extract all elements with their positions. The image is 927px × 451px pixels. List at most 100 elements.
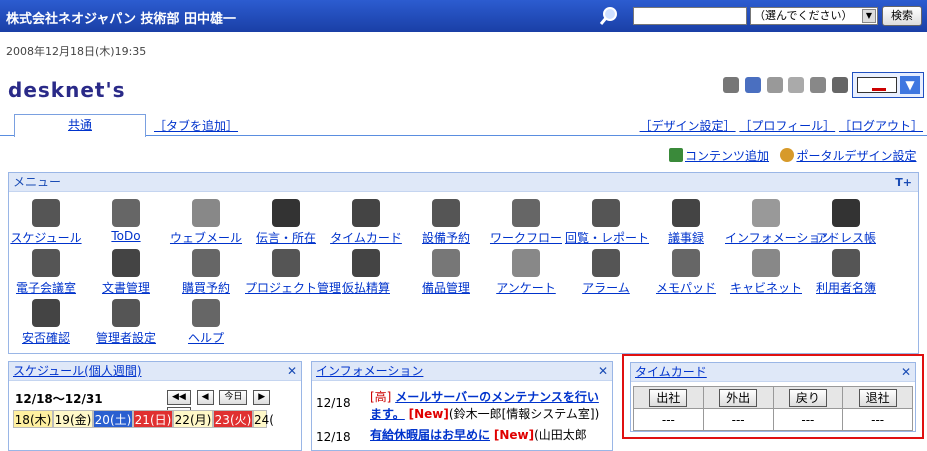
clock-in-button[interactable]: 出社: [649, 388, 688, 407]
next-day-button[interactable]: ▶: [253, 390, 271, 405]
menu-item[interactable]: キャビネット: [725, 249, 807, 296]
design-settings-link[interactable]: ［デザイン設定］: [640, 119, 736, 133]
menu-item[interactable]: 購買予約: [165, 249, 247, 296]
menu-item[interactable]: ヘルプ: [165, 299, 247, 346]
menu-item[interactable]: 議事録: [645, 199, 727, 246]
menu-item-icon: [32, 199, 60, 227]
info-panel-title[interactable]: インフォメーション: [316, 364, 423, 378]
menu-item-icon: [112, 199, 140, 227]
close-icon[interactable]: ✕: [287, 364, 297, 378]
menu-item[interactable]: 備品管理: [405, 249, 487, 296]
menu-item[interactable]: 文書管理: [85, 249, 167, 296]
close-icon[interactable]: ✕: [901, 365, 911, 379]
menu-item[interactable]: タイムカード: [325, 199, 407, 246]
menu-item[interactable]: 管理者設定: [85, 299, 167, 346]
menu-item-icon: [192, 299, 220, 327]
today-button[interactable]: 今日: [219, 390, 248, 405]
prev-day-button[interactable]: ◀: [196, 390, 214, 405]
day-cell[interactable]: 20(土): [93, 410, 133, 428]
menu-item[interactable]: 伝言・所在: [245, 199, 327, 246]
tab-common-label[interactable]: 共通: [68, 118, 92, 132]
menu-item[interactable]: アラーム: [565, 249, 647, 296]
menu-item[interactable]: ToDo: [85, 199, 167, 243]
schedule-panel: スケジュール(個人週間) ✕ 12/18～12/31 ◀◀ ◀ 今日 ▶ ▶▶ …: [8, 361, 302, 451]
window-switch-button[interactable]: ▼: [852, 72, 924, 98]
schedule-panel-title[interactable]: スケジュール(個人週間): [13, 364, 142, 378]
menu-item[interactable]: ウェブメール: [165, 199, 247, 246]
clock-out-button[interactable]: 退社: [858, 388, 897, 407]
font-size-icon[interactable]: T+: [895, 176, 912, 189]
menu-item[interactable]: 仮払精算: [325, 249, 407, 296]
schedule-range: 12/18～12/31: [15, 392, 103, 406]
menu-item[interactable]: ワークフロー: [485, 199, 567, 246]
menu-item-label[interactable]: アンケート: [496, 281, 556, 295]
menu-item-label[interactable]: 利用者名簿: [816, 281, 876, 295]
menu-item-label[interactable]: 回覧・レポート: [565, 231, 649, 245]
logout-link[interactable]: ［ログアウト］: [839, 119, 923, 133]
menu-item-label[interactable]: 電子会議室: [16, 281, 76, 295]
day-cell[interactable]: 21(日): [133, 410, 173, 428]
tab-common[interactable]: 共通: [14, 114, 146, 137]
menu-item[interactable]: メモパッド: [645, 249, 727, 296]
return-button[interactable]: 戻り: [788, 388, 827, 407]
menu-item-label[interactable]: ToDo: [111, 229, 140, 243]
search-scope-select[interactable]: （選んでください） ▼: [750, 7, 878, 25]
menu-item-label[interactable]: 設備予約: [422, 231, 470, 245]
menu-item-label[interactable]: メモパッド: [656, 281, 716, 295]
user-icon[interactable]: [723, 77, 739, 93]
portal-design-link[interactable]: ポータルデザイン設定: [796, 149, 916, 163]
add-tab-link[interactable]: ［タブを追加］: [154, 117, 238, 134]
go-out-time: ---: [702, 408, 774, 431]
menu-item[interactable]: アンケート: [485, 249, 567, 296]
memo-icon[interactable]: [766, 77, 783, 93]
menu-item-label[interactable]: 文書管理: [102, 281, 150, 295]
menu-item-label[interactable]: 購買予約: [182, 281, 230, 295]
monitor-icon[interactable]: [810, 77, 827, 93]
menu-item[interactable]: 設備予約: [405, 199, 487, 246]
close-icon[interactable]: ✕: [598, 364, 608, 378]
menu-item[interactable]: 電子会議室: [5, 249, 87, 296]
menu-item[interactable]: プロジェクト管理: [245, 249, 341, 296]
menu-item-label[interactable]: アラーム: [582, 281, 630, 295]
day-cell[interactable]: 23(火): [213, 410, 253, 428]
search-icon[interactable]: [598, 5, 620, 27]
menu-item[interactable]: 利用者名簿: [805, 249, 887, 296]
day-cell[interactable]: 19(金): [53, 410, 93, 428]
prev-week-button[interactable]: ◀◀: [167, 390, 191, 405]
menu-item-label[interactable]: キャビネット: [730, 281, 802, 295]
menu-item-label[interactable]: ヘルプ: [188, 331, 224, 345]
day-cell[interactable]: 24(: [253, 410, 274, 428]
menu-item-label[interactable]: 管理者設定: [96, 331, 156, 345]
menu-item[interactable]: スケジュール: [5, 199, 87, 246]
timecard-panel-title[interactable]: タイムカード: [635, 365, 707, 379]
search-button[interactable]: 検索: [882, 6, 922, 26]
menu-item[interactable]: アドレス帳: [805, 199, 887, 246]
user-name: 株式会社ネオジャパン 技術部 田中雄一: [6, 12, 237, 27]
menu-item-label[interactable]: ウェブメール: [170, 231, 242, 245]
globe-icon[interactable]: [832, 77, 849, 93]
message-icon[interactable]: [788, 77, 805, 93]
day-cell[interactable]: 22(月): [173, 410, 213, 428]
menu-item-icon: [352, 249, 380, 277]
menu-item-label[interactable]: 安否確認: [22, 331, 70, 345]
menu-item-label[interactable]: アドレス帳: [816, 231, 876, 245]
menu-item-label[interactable]: タイムカード: [330, 231, 402, 245]
add-content-link[interactable]: コンテンツ追加: [685, 149, 769, 163]
menu-item-label[interactable]: 備品管理: [422, 281, 470, 295]
menu-item-icon: [592, 199, 620, 227]
info-title-link[interactable]: 有給休暇届はお早めに: [370, 428, 490, 442]
menu-item-label[interactable]: 伝言・所在: [256, 231, 316, 245]
menu-item-label[interactable]: スケジュール: [10, 231, 81, 245]
menu-item[interactable]: 回覧・レポート: [565, 199, 649, 246]
menu-item-label[interactable]: ワークフロー: [490, 231, 562, 245]
menu-item-label[interactable]: 議事録: [668, 231, 704, 245]
search-input[interactable]: [633, 7, 747, 25]
go-out-button[interactable]: 外出: [719, 388, 758, 407]
menu-item-icon: [512, 199, 540, 227]
menu-item[interactable]: 安否確認: [5, 299, 87, 346]
address-icon[interactable]: [744, 77, 761, 93]
day-cell[interactable]: 18(木): [13, 410, 53, 428]
menu-item-label[interactable]: 仮払精算: [342, 281, 390, 295]
menu-item[interactable]: インフォメーション: [725, 199, 832, 246]
profile-link[interactable]: ［プロフィール］: [739, 119, 835, 133]
